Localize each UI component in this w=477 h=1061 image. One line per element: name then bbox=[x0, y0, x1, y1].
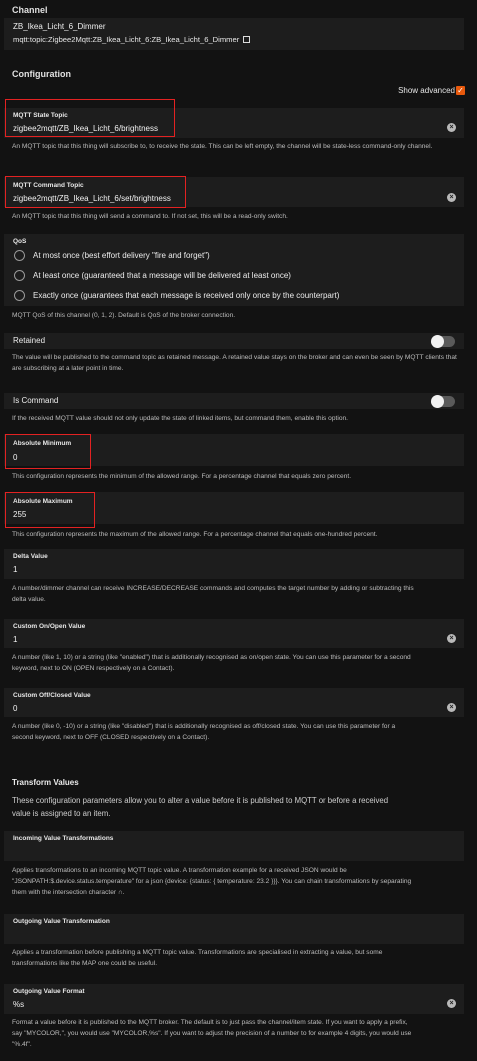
show-advanced-label: Show advanced bbox=[398, 86, 455, 95]
format-description-line: "%.4f". bbox=[12, 1041, 32, 1048]
transform-intro: These configuration parameters allow you… bbox=[12, 794, 464, 820]
custom-off-description: A number (like 0, -10) or a string (like… bbox=[12, 721, 464, 743]
qos-field: QoS At most once (best effort delivery "… bbox=[4, 234, 464, 306]
custom-off-input[interactable]: 0 bbox=[13, 704, 17, 713]
command-topic-highlight bbox=[5, 176, 186, 208]
clear-icon[interactable]: × bbox=[447, 123, 456, 132]
transform-intro-line: value is assigned to an item. bbox=[12, 809, 111, 818]
radio-icon[interactable] bbox=[14, 290, 25, 301]
abs-min-description: This configuration represents the minimu… bbox=[12, 473, 352, 480]
custom-on-field[interactable]: Custom On/Open Value 1 × bbox=[4, 619, 464, 648]
is-command-toggle[interactable] bbox=[431, 395, 455, 408]
format-description-line: say "MYCOLOR,", you would use "MYCOLOR,%… bbox=[12, 1030, 412, 1037]
show-advanced-checkbox[interactable]: ✓ bbox=[456, 86, 465, 95]
incoming-transform-description: Applies transformations to an incoming M… bbox=[12, 865, 464, 898]
custom-on-label: Custom On/Open Value bbox=[13, 623, 86, 630]
format-label: Outgoing Value Format bbox=[13, 988, 85, 995]
abs-min-highlight bbox=[5, 434, 91, 469]
clear-icon[interactable]: × bbox=[447, 634, 456, 643]
command-topic-description: An MQTT topic that this thing will send … bbox=[12, 213, 288, 220]
delta-input[interactable]: 1 bbox=[13, 565, 17, 574]
channel-name: ZB_Ikea_Licht_6_Dimmer bbox=[13, 22, 106, 31]
qos-option-2-label: Exactly once (guarantees that each messa… bbox=[33, 291, 340, 300]
qos-description: MQTT QoS of this channel (0, 1, 2). Defa… bbox=[12, 312, 236, 319]
outgoing-transform-description: Applies a transformation before publishi… bbox=[12, 947, 464, 969]
channel-uid: mqtt:topic:Zigbee2Mqtt:ZB_Ikea_Licht_6:Z… bbox=[13, 35, 251, 44]
incoming-transform-label: Incoming Value Transformations bbox=[13, 835, 114, 842]
format-field[interactable]: Outgoing Value Format %s × bbox=[4, 984, 464, 1014]
qos-option-0[interactable]: At most once (best effort delivery "fire… bbox=[14, 250, 210, 261]
state-topic-highlight bbox=[5, 99, 175, 137]
qos-option-1[interactable]: At least once (guaranteed that a message… bbox=[14, 270, 291, 281]
incoming-transform-description-line: "JSONPATH:$.device.status.temperature" f… bbox=[12, 878, 412, 885]
outgoing-transform-label: Outgoing Value Transformation bbox=[13, 918, 110, 925]
clear-icon[interactable]: × bbox=[447, 703, 456, 712]
clear-icon[interactable]: × bbox=[447, 999, 456, 1008]
outgoing-transform-description-line: transformations like the MAP one could b… bbox=[12, 960, 158, 967]
incoming-transform-field[interactable]: Incoming Value Transformations bbox=[4, 831, 464, 861]
qos-option-0-label: At most once (best effort delivery "fire… bbox=[33, 251, 210, 260]
format-input[interactable]: %s bbox=[13, 1000, 24, 1009]
custom-off-description-line: A number (like 0, -10) or a string (like… bbox=[12, 723, 396, 730]
clear-icon[interactable]: × bbox=[447, 193, 456, 202]
delta-description-line: delta value. bbox=[12, 596, 46, 603]
state-topic-description: An MQTT topic that this thing will subsc… bbox=[12, 143, 433, 150]
is-command-description: If the received MQTT value should not on… bbox=[12, 415, 348, 422]
qos-option-1-label: At least once (guaranteed that a message… bbox=[33, 271, 291, 280]
custom-off-label: Custom Off/Closed Value bbox=[13, 692, 91, 699]
channel-info-panel: ZB_Ikea_Licht_6_Dimmer mqtt:topic:Zigbee… bbox=[4, 18, 464, 50]
custom-off-field[interactable]: Custom Off/Closed Value 0 × bbox=[4, 688, 464, 717]
radio-icon[interactable] bbox=[14, 250, 25, 261]
radio-icon[interactable] bbox=[14, 270, 25, 281]
delta-description: A number/dimmer channel can receive INCR… bbox=[12, 583, 464, 605]
custom-on-description-line: A number (like 1, 10) or a string (like … bbox=[12, 654, 411, 661]
delta-label: Delta Value bbox=[13, 553, 48, 560]
custom-on-description: A number (like 1, 10) or a string (like … bbox=[12, 652, 464, 674]
outgoing-transform-description-line: Applies a transformation before publishi… bbox=[12, 949, 383, 956]
delta-description-line: A number/dimmer channel can receive INCR… bbox=[12, 585, 414, 592]
channel-section-title: Channel bbox=[12, 5, 48, 15]
configuration-section-title: Configuration bbox=[12, 69, 71, 79]
custom-on-description-line: keyword, next to ON (OPEN respectively o… bbox=[12, 665, 175, 672]
retained-description: The value will be published to the comma… bbox=[12, 354, 457, 372]
outgoing-transform-field[interactable]: Outgoing Value Transformation bbox=[4, 914, 464, 944]
custom-on-input[interactable]: 1 bbox=[13, 635, 17, 644]
copy-icon[interactable] bbox=[243, 36, 251, 43]
format-description: Format a value before it is published to… bbox=[12, 1017, 464, 1050]
delta-field[interactable]: Delta Value 1 bbox=[4, 549, 464, 579]
incoming-transform-description-line: them with the intersection character ∩. bbox=[12, 889, 125, 896]
custom-off-description-line: second keyword, next to OFF (CLOSED resp… bbox=[12, 734, 210, 741]
transform-section-title: Transform Values bbox=[12, 778, 79, 787]
retained-label: Retained bbox=[13, 336, 46, 345]
retained-toggle[interactable] bbox=[431, 335, 455, 348]
transform-intro-line: These configuration parameters allow you… bbox=[12, 796, 389, 805]
abs-max-highlight bbox=[5, 492, 95, 528]
qos-option-2[interactable]: Exactly once (guarantees that each messa… bbox=[14, 290, 339, 301]
qos-label: QoS bbox=[13, 238, 27, 245]
retained-row[interactable]: Retained bbox=[4, 333, 464, 349]
format-description-line: Format a value before it is published to… bbox=[12, 1019, 408, 1026]
abs-max-description: This configuration represents the maximu… bbox=[12, 531, 378, 538]
is-command-row[interactable]: Is Command bbox=[4, 393, 464, 409]
is-command-label: Is Command bbox=[13, 396, 59, 405]
channel-uid-text: mqtt:topic:Zigbee2Mqtt:ZB_Ikea_Licht_6:Z… bbox=[13, 35, 240, 44]
incoming-transform-description-line: Applies transformations to an incoming M… bbox=[12, 867, 347, 874]
